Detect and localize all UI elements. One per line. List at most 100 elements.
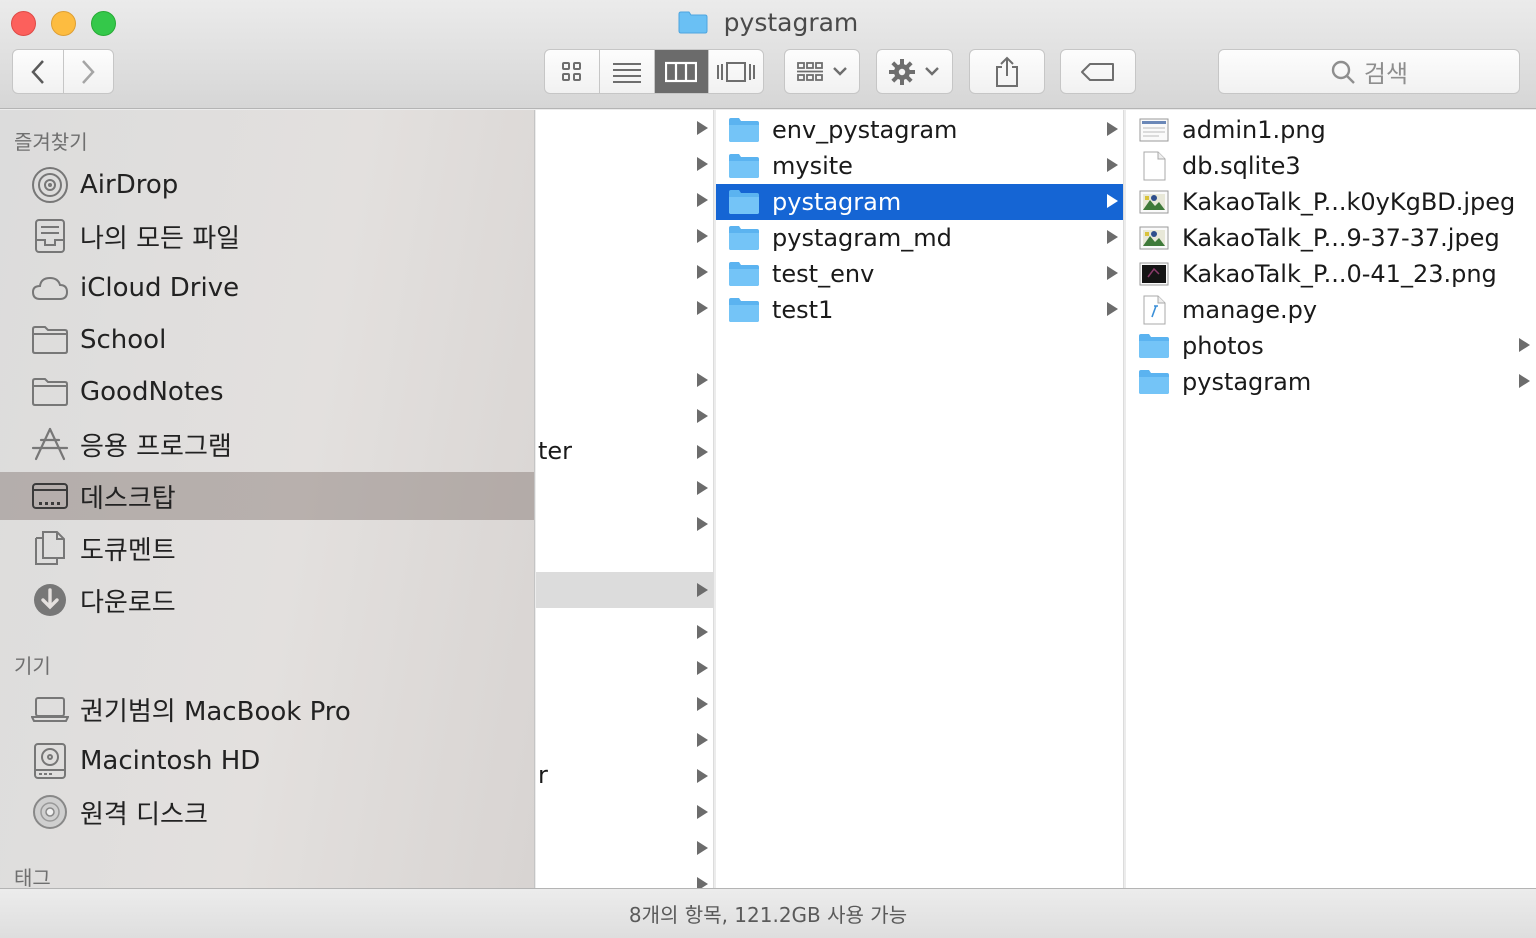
status-bar: 8개의 항목, 121.2GB 사용 가능 xyxy=(0,888,1536,938)
disclosure-arrow-icon xyxy=(697,625,708,639)
sidebar-item-macbook-pro[interactable]: 권기범의 MacBook Pro xyxy=(0,685,534,733)
action-menu-button[interactable] xyxy=(876,49,953,94)
sidebar-item-label: iCloud Drive xyxy=(80,273,240,303)
list-item-label: KakaoTalk_P...9-37-37.jpeg xyxy=(1182,224,1500,252)
folder-icon xyxy=(728,116,760,144)
disclosure-arrow-icon xyxy=(697,841,708,855)
list-item[interactable] xyxy=(536,254,713,290)
list-item[interactable] xyxy=(536,650,713,686)
sidebar-item-all-my-files[interactable]: 나의 모든 파일 xyxy=(0,212,534,260)
sidebar-item-icloud-drive[interactable]: iCloud Drive xyxy=(0,264,534,312)
column-pystagram-contents[interactable]: admin1.png db.sqlite3 KakaoTalk_P...k0yK… xyxy=(1126,110,1536,888)
airdrop-icon xyxy=(30,165,70,205)
list-item[interactable] xyxy=(536,686,713,722)
list-item[interactable] xyxy=(536,218,713,254)
chevron-left-icon xyxy=(31,59,44,84)
sidebar-item-label: 나의 모든 파일 xyxy=(80,223,241,254)
sidebar-item-desktop[interactable]: 데스크탑 xyxy=(0,472,534,520)
folder-icon xyxy=(728,296,760,324)
favorites-header: 즐겨찾기 xyxy=(14,130,88,154)
list-item-label: KakaoTalk_P...k0yKgBD.jpeg xyxy=(1182,188,1516,216)
sidebar-item-school[interactable]: School xyxy=(0,316,534,364)
list-item-pystagram-subfolder[interactable]: pystagram xyxy=(1126,364,1536,400)
disclosure-arrow-icon xyxy=(697,769,708,783)
list-item-manage-py[interactable]: manage.py xyxy=(1126,292,1536,328)
list-item-env-pystagram[interactable]: env_pystagram xyxy=(716,112,1123,148)
disclosure-arrow-icon xyxy=(697,733,708,747)
list-item-label: pystagram xyxy=(772,188,902,216)
share-button[interactable] xyxy=(969,49,1045,94)
sidebar-item-remote-disc[interactable]: 원격 디스크 xyxy=(0,788,534,836)
folder-icon xyxy=(728,260,760,288)
list-item[interactable]: ter xyxy=(536,434,713,470)
list-item[interactable] xyxy=(536,830,713,866)
list-item-db-sqlite3[interactable]: db.sqlite3 xyxy=(1126,148,1536,184)
disclosure-arrow-icon xyxy=(1107,122,1118,136)
list-item-selected-path[interactable] xyxy=(536,572,713,608)
list-item-kakaotalk-jpeg-2[interactable]: KakaoTalk_P...9-37-37.jpeg xyxy=(1126,220,1536,256)
list-item[interactable] xyxy=(536,866,713,888)
forward-button[interactable] xyxy=(62,50,114,93)
column-desktop-contents[interactable]: env_pystagram mysite pystagram pystagram… xyxy=(716,110,1124,888)
list-item[interactable]: r xyxy=(536,758,713,794)
list-item-label: r xyxy=(538,761,548,789)
edit-tags-button[interactable] xyxy=(1060,49,1136,94)
list-item[interactable] xyxy=(536,290,713,326)
python-script-icon xyxy=(1138,295,1170,325)
back-button[interactable] xyxy=(13,50,63,93)
list-item[interactable] xyxy=(536,614,713,650)
sidebar-item-label: 원격 디스크 xyxy=(80,799,208,830)
status-text: 8개의 항목, 121.2GB 사용 가능 xyxy=(628,903,908,927)
list-item-kakaotalk-png[interactable]: KakaoTalk_P...0-41_23.png xyxy=(1126,256,1536,292)
view-mode-selector xyxy=(544,49,764,94)
list-item[interactable] xyxy=(536,182,713,218)
disclosure-arrow-icon xyxy=(697,121,708,135)
folder-icon xyxy=(728,188,760,216)
disclosure-arrow-icon xyxy=(697,373,708,387)
window-title: pystagram xyxy=(723,8,859,37)
list-item[interactable] xyxy=(536,362,713,398)
list-item-admin1-png[interactable]: admin1.png xyxy=(1126,112,1536,148)
window-toolbar: pystagram 검색 xyxy=(0,0,1536,109)
disclosure-arrow-icon xyxy=(697,583,708,597)
disclosure-arrow-icon xyxy=(1519,338,1530,352)
list-item[interactable] xyxy=(536,506,713,542)
sidebar-item-downloads[interactable]: 다운로드 xyxy=(0,576,534,624)
list-item-photos[interactable]: photos xyxy=(1126,328,1536,364)
icon-view-button[interactable] xyxy=(545,50,599,93)
column-parent[interactable]: ter r xyxy=(536,110,714,888)
sidebar-item-macintosh-hd[interactable]: Macintosh HD xyxy=(0,737,534,785)
list-item-pystagram-selected[interactable]: pystagram xyxy=(716,184,1123,220)
list-item[interactable] xyxy=(536,398,713,434)
list-item-kakaotalk-jpeg-1[interactable]: KakaoTalk_P...k0yKgBD.jpeg xyxy=(1126,184,1536,220)
sidebar-item-applications[interactable]: 응용 프로그램 xyxy=(0,420,534,468)
sidebar: 즐겨찾기 AirDrop 나의 모든 파일 iCloud Drive Schoo… xyxy=(0,110,535,888)
arrange-menu-button[interactable] xyxy=(784,49,860,94)
list-view-button[interactable] xyxy=(598,50,654,93)
column-view-button[interactable] xyxy=(653,50,709,93)
disclosure-arrow-icon xyxy=(697,877,708,888)
laptop-icon xyxy=(30,689,70,729)
list-item-pystagram-md[interactable]: pystagram_md xyxy=(716,220,1123,256)
disclosure-arrow-icon xyxy=(1107,194,1118,208)
sidebar-item-airdrop[interactable]: AirDrop xyxy=(0,161,534,209)
sidebar-item-documents[interactable]: 도큐멘트 xyxy=(0,524,534,572)
cover-flow-view-button[interactable] xyxy=(708,50,763,93)
list-item-test-env[interactable]: test_env xyxy=(716,256,1123,292)
disclosure-arrow-icon xyxy=(697,697,708,711)
disclosure-arrow-icon xyxy=(697,517,708,531)
list-item[interactable] xyxy=(536,794,713,830)
list-item[interactable] xyxy=(536,110,713,146)
window-title-container: pystagram xyxy=(0,8,1536,40)
cloud-icon xyxy=(30,268,70,308)
sidebar-item-label: 도큐멘트 xyxy=(80,535,176,566)
sidebar-item-label: GoodNotes xyxy=(80,377,224,407)
list-item[interactable] xyxy=(536,470,713,506)
sidebar-item-goodnotes[interactable]: GoodNotes xyxy=(0,368,534,416)
folder-icon xyxy=(728,224,760,252)
list-item-mysite[interactable]: mysite xyxy=(716,148,1123,184)
list-item[interactable] xyxy=(536,722,713,758)
search-field[interactable]: 검색 xyxy=(1218,49,1520,94)
list-item-test1[interactable]: test1 xyxy=(716,292,1123,328)
list-item[interactable] xyxy=(536,146,713,182)
